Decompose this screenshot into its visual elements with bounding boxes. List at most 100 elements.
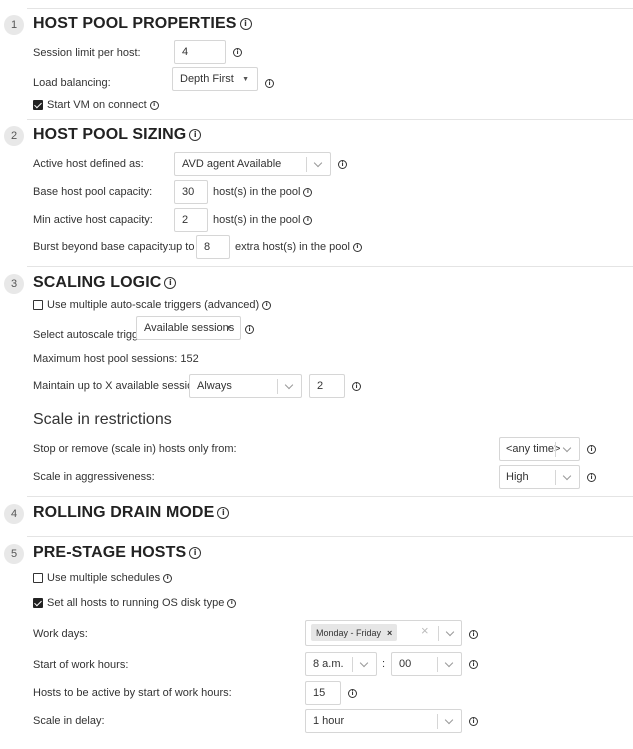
burst-suffix: extra host(s) in the pool i xyxy=(235,241,362,253)
work-days-tag: Monday - Friday × xyxy=(311,624,398,641)
section-title-host-pool-sizing: HOST POOL SIZING i xyxy=(33,126,202,144)
clear-icon[interactable]: × xyxy=(421,623,429,638)
min-active-input[interactable]: 2 xyxy=(174,208,208,232)
multi-triggers-label: Use multiple auto-scale triggers (advanc… xyxy=(47,299,272,311)
section-title-scaling-logic: SCALING LOGIC i xyxy=(33,274,177,292)
burst-prefix: up to xyxy=(170,241,195,253)
session-limit-input[interactable]: 4 xyxy=(174,40,226,64)
info-icon[interactable]: i xyxy=(348,689,357,698)
info-icon[interactable]: i xyxy=(163,573,173,583)
start-hour-value: 8 a.m. xyxy=(313,658,344,670)
section-title-text: PRE-STAGE HOSTS xyxy=(33,544,187,561)
autoscale-trigger-value: Available sessions xyxy=(144,322,235,334)
info-icon[interactable]: i xyxy=(469,660,478,669)
scale-delay-value: 1 hour xyxy=(313,715,345,727)
chevron-down-icon xyxy=(313,158,323,168)
hosts-active-label: Hosts to be active by start of work hour… xyxy=(33,687,232,699)
base-capacity-label: Base host pool capacity: xyxy=(33,186,153,198)
set-running-label-text: Set all hosts to running OS disk type xyxy=(47,597,225,609)
info-icon[interactable]: i xyxy=(303,187,313,197)
active-host-select[interactable]: AVD agent Available xyxy=(174,152,331,176)
info-icon[interactable]: i xyxy=(352,242,362,252)
start-vm-label-text: Start VM on connect xyxy=(47,99,147,111)
info-icon[interactable]: i xyxy=(227,598,237,608)
section-title-text: HOST POOL SIZING xyxy=(33,126,187,143)
info-icon[interactable]: i xyxy=(265,79,274,88)
section-title-pre-stage-hosts: PRE-STAGE HOSTS i xyxy=(33,544,202,562)
section-title-text: HOST POOL PROPERTIES xyxy=(33,15,237,32)
stop-remove-select[interactable]: <any time> xyxy=(499,437,580,461)
caret-down-icon: ▼ xyxy=(225,325,232,332)
multi-triggers-checkbox[interactable] xyxy=(33,300,43,310)
info-icon[interactable]: i xyxy=(245,325,254,334)
work-days-label: Work days: xyxy=(33,628,88,640)
section-title-rolling-drain-mode[interactable]: ROLLING DRAIN MODE i xyxy=(33,504,230,522)
select-separator xyxy=(306,157,307,172)
select-trigger-label: Select autoscale trigger xyxy=(33,329,148,341)
select-separator xyxy=(555,442,556,457)
load-balancing-value: Depth First xyxy=(180,73,234,85)
select-separator xyxy=(352,657,353,672)
info-icon[interactable]: i xyxy=(262,300,272,310)
info-icon[interactable]: i xyxy=(233,48,242,57)
top-divider xyxy=(27,8,633,9)
info-icon[interactable]: i xyxy=(587,473,596,482)
info-icon[interactable]: i xyxy=(469,630,478,639)
maintain-count-input[interactable]: 2 xyxy=(309,374,345,398)
section-divider xyxy=(27,496,633,497)
set-running-label: Set all hosts to running OS disk type i xyxy=(47,597,237,609)
chevron-down-icon xyxy=(284,380,294,390)
info-icon[interactable]: i xyxy=(303,215,313,225)
info-icon[interactable]: i xyxy=(338,160,347,169)
scale-in-restrictions-title: Scale in restrictions xyxy=(33,411,172,428)
step-number-4: 4 xyxy=(4,504,24,524)
work-days-tag-text: Monday - Friday xyxy=(316,627,382,638)
multi-schedules-label-text: Use multiple schedules xyxy=(47,572,161,584)
min-active-suffix-text: host(s) in the pool xyxy=(213,214,301,226)
info-icon[interactable]: i xyxy=(587,445,596,454)
session-limit-label: Session limit per host: xyxy=(33,47,141,59)
section-divider xyxy=(27,266,633,267)
base-capacity-input[interactable]: 30 xyxy=(174,180,208,204)
section-title-text: SCALING LOGIC xyxy=(33,274,162,291)
step-number-5: 5 xyxy=(4,544,24,564)
min-active-suffix: host(s) in the pool i xyxy=(213,214,313,226)
autoscale-trigger-select[interactable]: Available sessions ▼ xyxy=(136,316,241,340)
burst-input[interactable]: 8 xyxy=(196,235,230,259)
start-vm-checkbox[interactable] xyxy=(33,100,43,110)
info-icon[interactable]: i xyxy=(189,547,202,559)
burst-suffix-text: extra host(s) in the pool xyxy=(235,241,350,253)
info-icon[interactable]: i xyxy=(469,717,478,726)
load-balancing-select[interactable]: Depth First ▼ xyxy=(172,67,258,91)
info-icon[interactable]: i xyxy=(164,277,177,289)
multi-schedules-label: Use multiple schedules i xyxy=(47,572,173,584)
info-icon[interactable]: i xyxy=(149,100,159,110)
set-running-checkbox[interactable] xyxy=(33,598,43,608)
multi-schedules-checkbox[interactable] xyxy=(33,573,43,583)
chevron-down-icon xyxy=(359,658,369,668)
info-icon[interactable]: i xyxy=(189,129,202,141)
chevron-down-icon xyxy=(444,658,454,668)
select-separator xyxy=(438,626,439,641)
info-icon[interactable]: i xyxy=(217,507,230,519)
aggressiveness-select[interactable]: High xyxy=(499,465,580,489)
start-minute-select[interactable]: 00 xyxy=(391,652,462,676)
stop-remove-label: Stop or remove (scale in) hosts only fro… xyxy=(33,443,237,455)
select-separator xyxy=(555,470,556,485)
step-number-3: 3 xyxy=(4,274,24,294)
load-balancing-label: Load balancing: xyxy=(33,77,111,89)
scale-delay-select[interactable]: 1 hour xyxy=(305,709,462,733)
chevron-down-icon xyxy=(445,627,455,637)
scale-delay-label: Scale in delay: xyxy=(33,715,105,727)
start-hour-select[interactable]: 8 a.m. xyxy=(305,652,377,676)
maintain-mode-select[interactable]: Always xyxy=(189,374,302,398)
base-capacity-suffix-text: host(s) in the pool xyxy=(213,186,301,198)
select-separator xyxy=(437,714,438,729)
remove-tag-icon[interactable]: × xyxy=(387,628,392,638)
info-icon[interactable]: i xyxy=(352,382,361,391)
active-host-value: AVD agent Available xyxy=(182,158,282,170)
hosts-active-input[interactable]: 15 xyxy=(305,681,341,705)
info-icon[interactable]: i xyxy=(239,18,252,30)
chevron-down-icon xyxy=(444,715,454,725)
multi-triggers-label-text: Use multiple auto-scale triggers (advanc… xyxy=(47,299,260,311)
